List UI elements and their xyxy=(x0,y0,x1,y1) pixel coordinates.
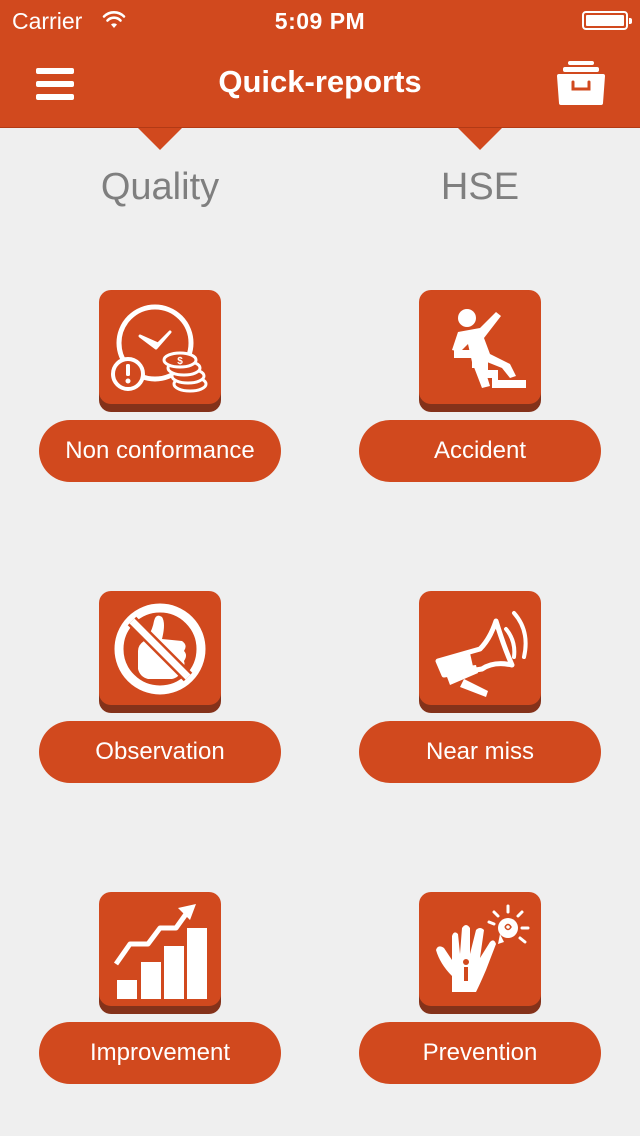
quality-indicator-arrow xyxy=(138,128,182,150)
svg-text:$: $ xyxy=(177,356,183,367)
growth-chart-icon xyxy=(113,904,207,999)
accident-tile[interactable] xyxy=(419,290,541,412)
falling-on-stairs-icon xyxy=(452,309,526,388)
clock: 5:09 PM xyxy=(274,8,366,34)
hand-lightbulb-icon xyxy=(436,904,530,992)
navigation-bar: Carrier 5:09 PM Quick-reports xyxy=(0,0,640,128)
no-thumbs-up-icon xyxy=(114,603,206,695)
improvement-button[interactable]: Improvement xyxy=(39,1022,281,1084)
column-title-hse: HSE xyxy=(440,166,520,208)
non-conformance-button[interactable]: Non conformance xyxy=(39,420,281,482)
column-title-quality: Quality xyxy=(100,166,220,208)
accident-button[interactable]: Accident xyxy=(359,420,601,482)
non-conformance-tile[interactable]: $ xyxy=(99,290,221,412)
battery-icon xyxy=(582,11,632,30)
clock-coins-alert-icon: $ xyxy=(111,304,208,393)
prevention-tile[interactable] xyxy=(419,892,541,1014)
near-miss-tile[interactable] xyxy=(419,591,541,713)
near-miss-button[interactable]: Near miss xyxy=(359,721,601,783)
hse-indicator-arrow xyxy=(458,128,502,150)
archive-icon[interactable] xyxy=(554,60,608,106)
improvement-tile[interactable] xyxy=(99,892,221,1014)
prevention-button[interactable]: Prevention xyxy=(359,1022,601,1084)
page-title: Quick-reports xyxy=(218,64,422,99)
megaphone-icon xyxy=(435,611,528,697)
observation-button[interactable]: Observation xyxy=(39,721,281,783)
status-bar: Carrier 5:09 PM xyxy=(0,0,640,40)
observation-tile[interactable] xyxy=(99,591,221,713)
